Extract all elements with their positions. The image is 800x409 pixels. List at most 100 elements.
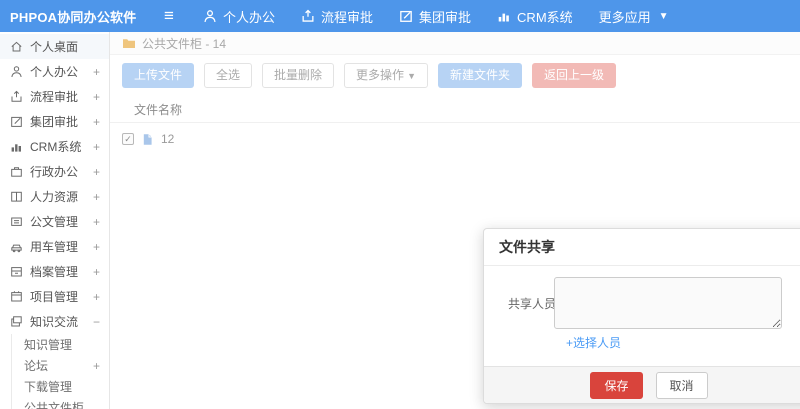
sidebar-item-label: 档案管理 <box>30 265 79 279</box>
nav-group-approval[interactable]: 集团审批 <box>386 0 484 32</box>
sidebar-item-personal-office[interactable]: 个人办公 + <box>0 59 109 84</box>
back-up-level-button[interactable]: 返回上一级 <box>532 63 617 88</box>
archive-icon <box>10 265 24 278</box>
nav-crm-system[interactable]: CRM系统 <box>484 0 586 32</box>
select-members-link[interactable]: +选择人员 <box>566 334 621 351</box>
new-folder-button[interactable]: 新建文件夹 <box>437 63 522 88</box>
caret-down-icon: ▼ <box>407 71 416 81</box>
cancel-button[interactable]: 取消 <box>655 371 708 399</box>
sidebar-item-archive-management[interactable]: 档案管理 + <box>0 259 109 284</box>
calendar-icon <box>10 290 24 303</box>
hamburger-menu-icon[interactable]: ≡ <box>148 0 190 32</box>
car-icon <box>10 240 24 253</box>
sidebar-item-document-management[interactable]: 公文管理 + <box>0 209 109 234</box>
nav-label: 集团审批 <box>419 9 472 25</box>
sidebar-subitem-label: 论坛 <box>24 359 49 373</box>
approval-upload-icon <box>10 90 24 103</box>
expand-toggle[interactable]: + <box>93 290 100 304</box>
sidebar-item-admin-office[interactable]: 行政办公 + <box>0 159 109 184</box>
sidebar-item-label: 知识交流 <box>30 315 79 329</box>
expand-toggle[interactable]: + <box>93 359 100 373</box>
sidebar-item-label: 集团审批 <box>30 115 79 129</box>
more-actions-label: 更多操作 <box>356 68 405 82</box>
expand-toggle[interactable]: + <box>93 190 100 204</box>
sidebar-item-crm-system[interactable]: CRM系统 + <box>0 134 109 159</box>
user-icon <box>203 9 217 23</box>
dialog-body: 共享人员 +选择人员 <box>484 266 800 351</box>
expand-toggle[interactable]: + <box>93 115 100 129</box>
sidebar-item-group-approval[interactable]: 集团审批 + <box>0 109 109 134</box>
more-actions-button[interactable]: 更多操作 ▼ <box>344 63 428 88</box>
expand-toggle[interactable]: + <box>93 90 100 104</box>
sidebar: 个人桌面 个人办公 + 流程审批 + 集团审批 + CRM系统 + 行政办公 + <box>0 32 110 409</box>
sidebar-item-label: 项目管理 <box>30 290 79 304</box>
sidebar-subitem-label: 公共文件柜 <box>24 401 85 409</box>
bar-chart-icon <box>10 140 24 153</box>
nav-label: 更多应用 <box>598 9 651 25</box>
sidebar-subitem-forum[interactable]: 论坛 + <box>12 355 109 376</box>
share-members-label: 共享人员 <box>508 296 557 311</box>
expand-toggle[interactable]: + <box>93 165 100 179</box>
sidebar-item-process-approval[interactable]: 流程审批 + <box>0 84 109 109</box>
expand-toggle[interactable]: + <box>93 265 100 279</box>
nav-process-approval[interactable]: 流程审批 <box>288 0 386 32</box>
app-logo: PHPOA协同办公软件 <box>10 9 137 25</box>
upload-file-button[interactable]: 上传文件 <box>122 63 195 88</box>
user-icon <box>10 65 24 78</box>
select-all-button[interactable]: 全选 <box>204 63 253 88</box>
collapse-toggle[interactable]: − <box>93 315 100 329</box>
nav-label: 个人办公 <box>223 9 276 25</box>
sidebar-subitem-public-file-cabinet[interactable]: 公共文件柜 <box>12 397 109 409</box>
nav-label: 流程审批 <box>321 9 374 25</box>
book-icon <box>10 190 24 203</box>
share-members-field: 共享人员 <box>496 277 800 329</box>
briefcase-icon <box>10 165 24 178</box>
sidebar-item-vehicle-management[interactable]: 用车管理 + <box>0 234 109 259</box>
sidebar-item-knowledge-exchange[interactable]: 知识交流 − <box>0 309 109 334</box>
sidebar-item-personal-desktop[interactable]: 个人桌面 <box>0 34 109 59</box>
caret-down-icon: ▼ <box>658 10 669 22</box>
sidebar-item-label: 人力资源 <box>30 190 79 204</box>
sidebar-subitem-label: 下载管理 <box>24 380 73 394</box>
share-members-textarea[interactable] <box>554 277 782 329</box>
batch-delete-button[interactable]: 批量删除 <box>262 63 335 88</box>
file-row[interactable]: ✓ 12 <box>110 123 800 155</box>
sidebar-item-label: 用车管理 <box>30 240 79 254</box>
approval-upload-icon <box>301 9 315 23</box>
expand-toggle[interactable]: + <box>93 140 100 154</box>
nav-personal-office[interactable]: 个人办公 <box>190 0 288 32</box>
file-name[interactable]: 12 <box>161 132 174 146</box>
bar-chart-icon <box>497 9 511 23</box>
chat-copy-icon <box>10 315 24 328</box>
sidebar-item-label: CRM系统 <box>30 140 82 154</box>
expand-toggle[interactable]: + <box>93 65 100 79</box>
dialog-title: 文件共享 <box>484 229 800 266</box>
row-checkbox[interactable]: ✓ <box>122 133 134 145</box>
breadcrumb: 公共文件柜 - 14 <box>110 32 800 55</box>
sidebar-subitem-knowledge-management[interactable]: 知识管理 <box>12 334 109 355</box>
file-share-dialog: 文件共享 共享人员 +选择人员 保存 取消 <box>483 228 800 404</box>
expand-toggle[interactable]: + <box>93 215 100 229</box>
sidebar-submenu-knowledge: 知识管理 论坛 + 下载管理 公共文件柜 <box>11 334 109 409</box>
sidebar-subitem-download-management[interactable]: 下载管理 <box>12 376 109 397</box>
edit-icon <box>10 115 24 128</box>
nav-more-apps[interactable]: 更多应用 ▼ <box>586 0 682 32</box>
file-icon <box>141 133 154 146</box>
expand-toggle[interactable]: + <box>93 240 100 254</box>
sidebar-item-label: 流程审批 <box>30 90 79 104</box>
topbar: PHPOA协同办公软件 ≡ 个人办公 流程审批 集团审批 CRM系统 更多应用 … <box>0 0 800 32</box>
folder-icon <box>122 37 136 49</box>
sidebar-item-label: 个人办公 <box>30 65 79 79</box>
sidebar-item-label: 公文管理 <box>30 215 79 229</box>
dialog-footer: 保存 取消 <box>484 366 800 403</box>
nav-label: CRM系统 <box>517 9 573 25</box>
sidebar-item-label: 个人桌面 <box>30 40 79 54</box>
sidebar-item-project-management[interactable]: 项目管理 + <box>0 284 109 309</box>
breadcrumb-label: 公共文件柜 - 14 <box>142 36 227 51</box>
home-icon <box>10 40 24 53</box>
sidebar-item-human-resources[interactable]: 人力资源 + <box>0 184 109 209</box>
edit-icon <box>399 9 413 23</box>
sidebar-item-label: 行政办公 <box>30 165 79 179</box>
toolbar: 上传文件 全选 批量删除 更多操作 ▼ 新建文件夹 返回上一级 <box>110 55 800 97</box>
save-button[interactable]: 保存 <box>590 371 643 399</box>
